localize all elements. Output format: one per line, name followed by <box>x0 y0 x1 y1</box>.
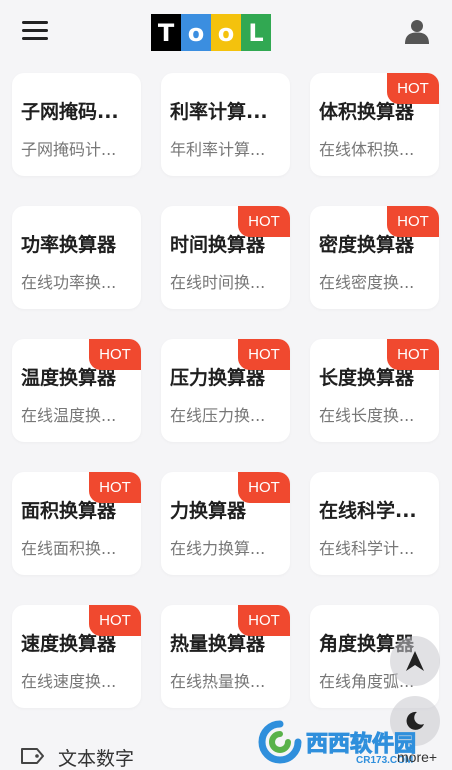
tool-card[interactable]: 热量换算器 在线热量换... HOT <box>161 605 290 708</box>
tool-card[interactable]: 面积换算器 在线面积换... HOT <box>12 472 141 575</box>
menu-icon[interactable] <box>22 19 48 43</box>
tool-description: 在线科学计... <box>319 539 415 558</box>
menu-icon-bar <box>22 29 48 32</box>
hot-badge: HOT <box>387 339 439 370</box>
tool-description: 在线体积换... <box>319 140 415 159</box>
tool-card[interactable]: 体积换算器 在线体积换... HOT <box>310 73 439 176</box>
hot-badge: HOT <box>238 339 290 370</box>
tag-icon <box>20 746 46 770</box>
tool-description: 在线热量换... <box>170 672 266 691</box>
tool-card[interactable]: 长度换算器 在线长度换... HOT <box>310 339 439 442</box>
tool-description: 子网掩码计... <box>21 140 117 159</box>
logo-letter: L <box>241 14 271 51</box>
tool-description: 在线时间换... <box>170 273 266 292</box>
navigation-arrow-icon <box>406 651 424 671</box>
hot-badge: HOT <box>238 472 290 503</box>
logo-letter: T <box>151 14 181 51</box>
tool-card[interactable]: 力换算器 在线力换算... HOT <box>161 472 290 575</box>
tool-card[interactable]: 温度换算器 在线温度换... HOT <box>12 339 141 442</box>
user-icon[interactable] <box>404 18 430 44</box>
tool-title: 功率换算器 <box>21 234 117 256</box>
hot-badge: HOT <box>89 339 141 370</box>
hot-badge: HOT <box>238 605 290 636</box>
section-label: 文本数字 <box>58 748 135 770</box>
tool-title: 利率计算... <box>170 101 268 123</box>
logo-letter: o <box>181 14 211 51</box>
tool-card[interactable]: 功率换算器在线功率换... <box>12 206 141 309</box>
tool-card[interactable]: 压力换算器 在线压力换... HOT <box>161 339 290 442</box>
tool-title: 子网掩码... <box>21 101 119 123</box>
tool-description: 在线功率换... <box>21 273 117 292</box>
hot-badge: HOT <box>89 605 141 636</box>
logo-letter: o <box>211 14 241 51</box>
tool-card[interactable]: 在线科学... 在线科学计... <box>310 472 439 575</box>
app-logo: TooL <box>151 14 271 51</box>
tool-description: 在线长度换... <box>319 406 415 425</box>
tool-description: 在线面积换... <box>21 539 117 558</box>
scroll-top-button[interactable] <box>390 636 440 686</box>
tool-card[interactable]: 时间换算器 在线时间换... HOT <box>161 206 290 309</box>
section-text-number[interactable]: 文本数字 <box>20 744 134 770</box>
tool-card[interactable]: 利率计算... 年利率计算... <box>161 73 290 176</box>
tool-card[interactable]: 子网掩码... 子网掩码计... <box>12 73 141 176</box>
menu-icon-bar <box>22 21 48 24</box>
tool-description: 年利率计算... <box>170 140 266 159</box>
hot-badge: HOT <box>89 472 141 503</box>
tool-card[interactable]: 密度换算器 在线密度换... HOT <box>310 206 439 309</box>
app-header: TooL <box>0 0 452 64</box>
hot-badge: HOT <box>238 206 290 237</box>
menu-icon-bar <box>22 37 48 40</box>
tool-description: 在线压力换... <box>170 406 266 425</box>
tool-description: 在线速度换... <box>21 672 117 691</box>
tool-description: 在线密度换... <box>319 273 415 292</box>
tool-card[interactable]: 速度换算器 在线速度换... HOT <box>12 605 141 708</box>
tool-description: 在线温度换... <box>21 406 117 425</box>
tool-title: 在线科学... <box>319 500 417 522</box>
hot-badge: HOT <box>387 206 439 237</box>
hot-badge: HOT <box>387 73 439 104</box>
more-link[interactable]: more+ <box>397 749 437 765</box>
tool-description: 在线力换算... <box>170 539 266 558</box>
